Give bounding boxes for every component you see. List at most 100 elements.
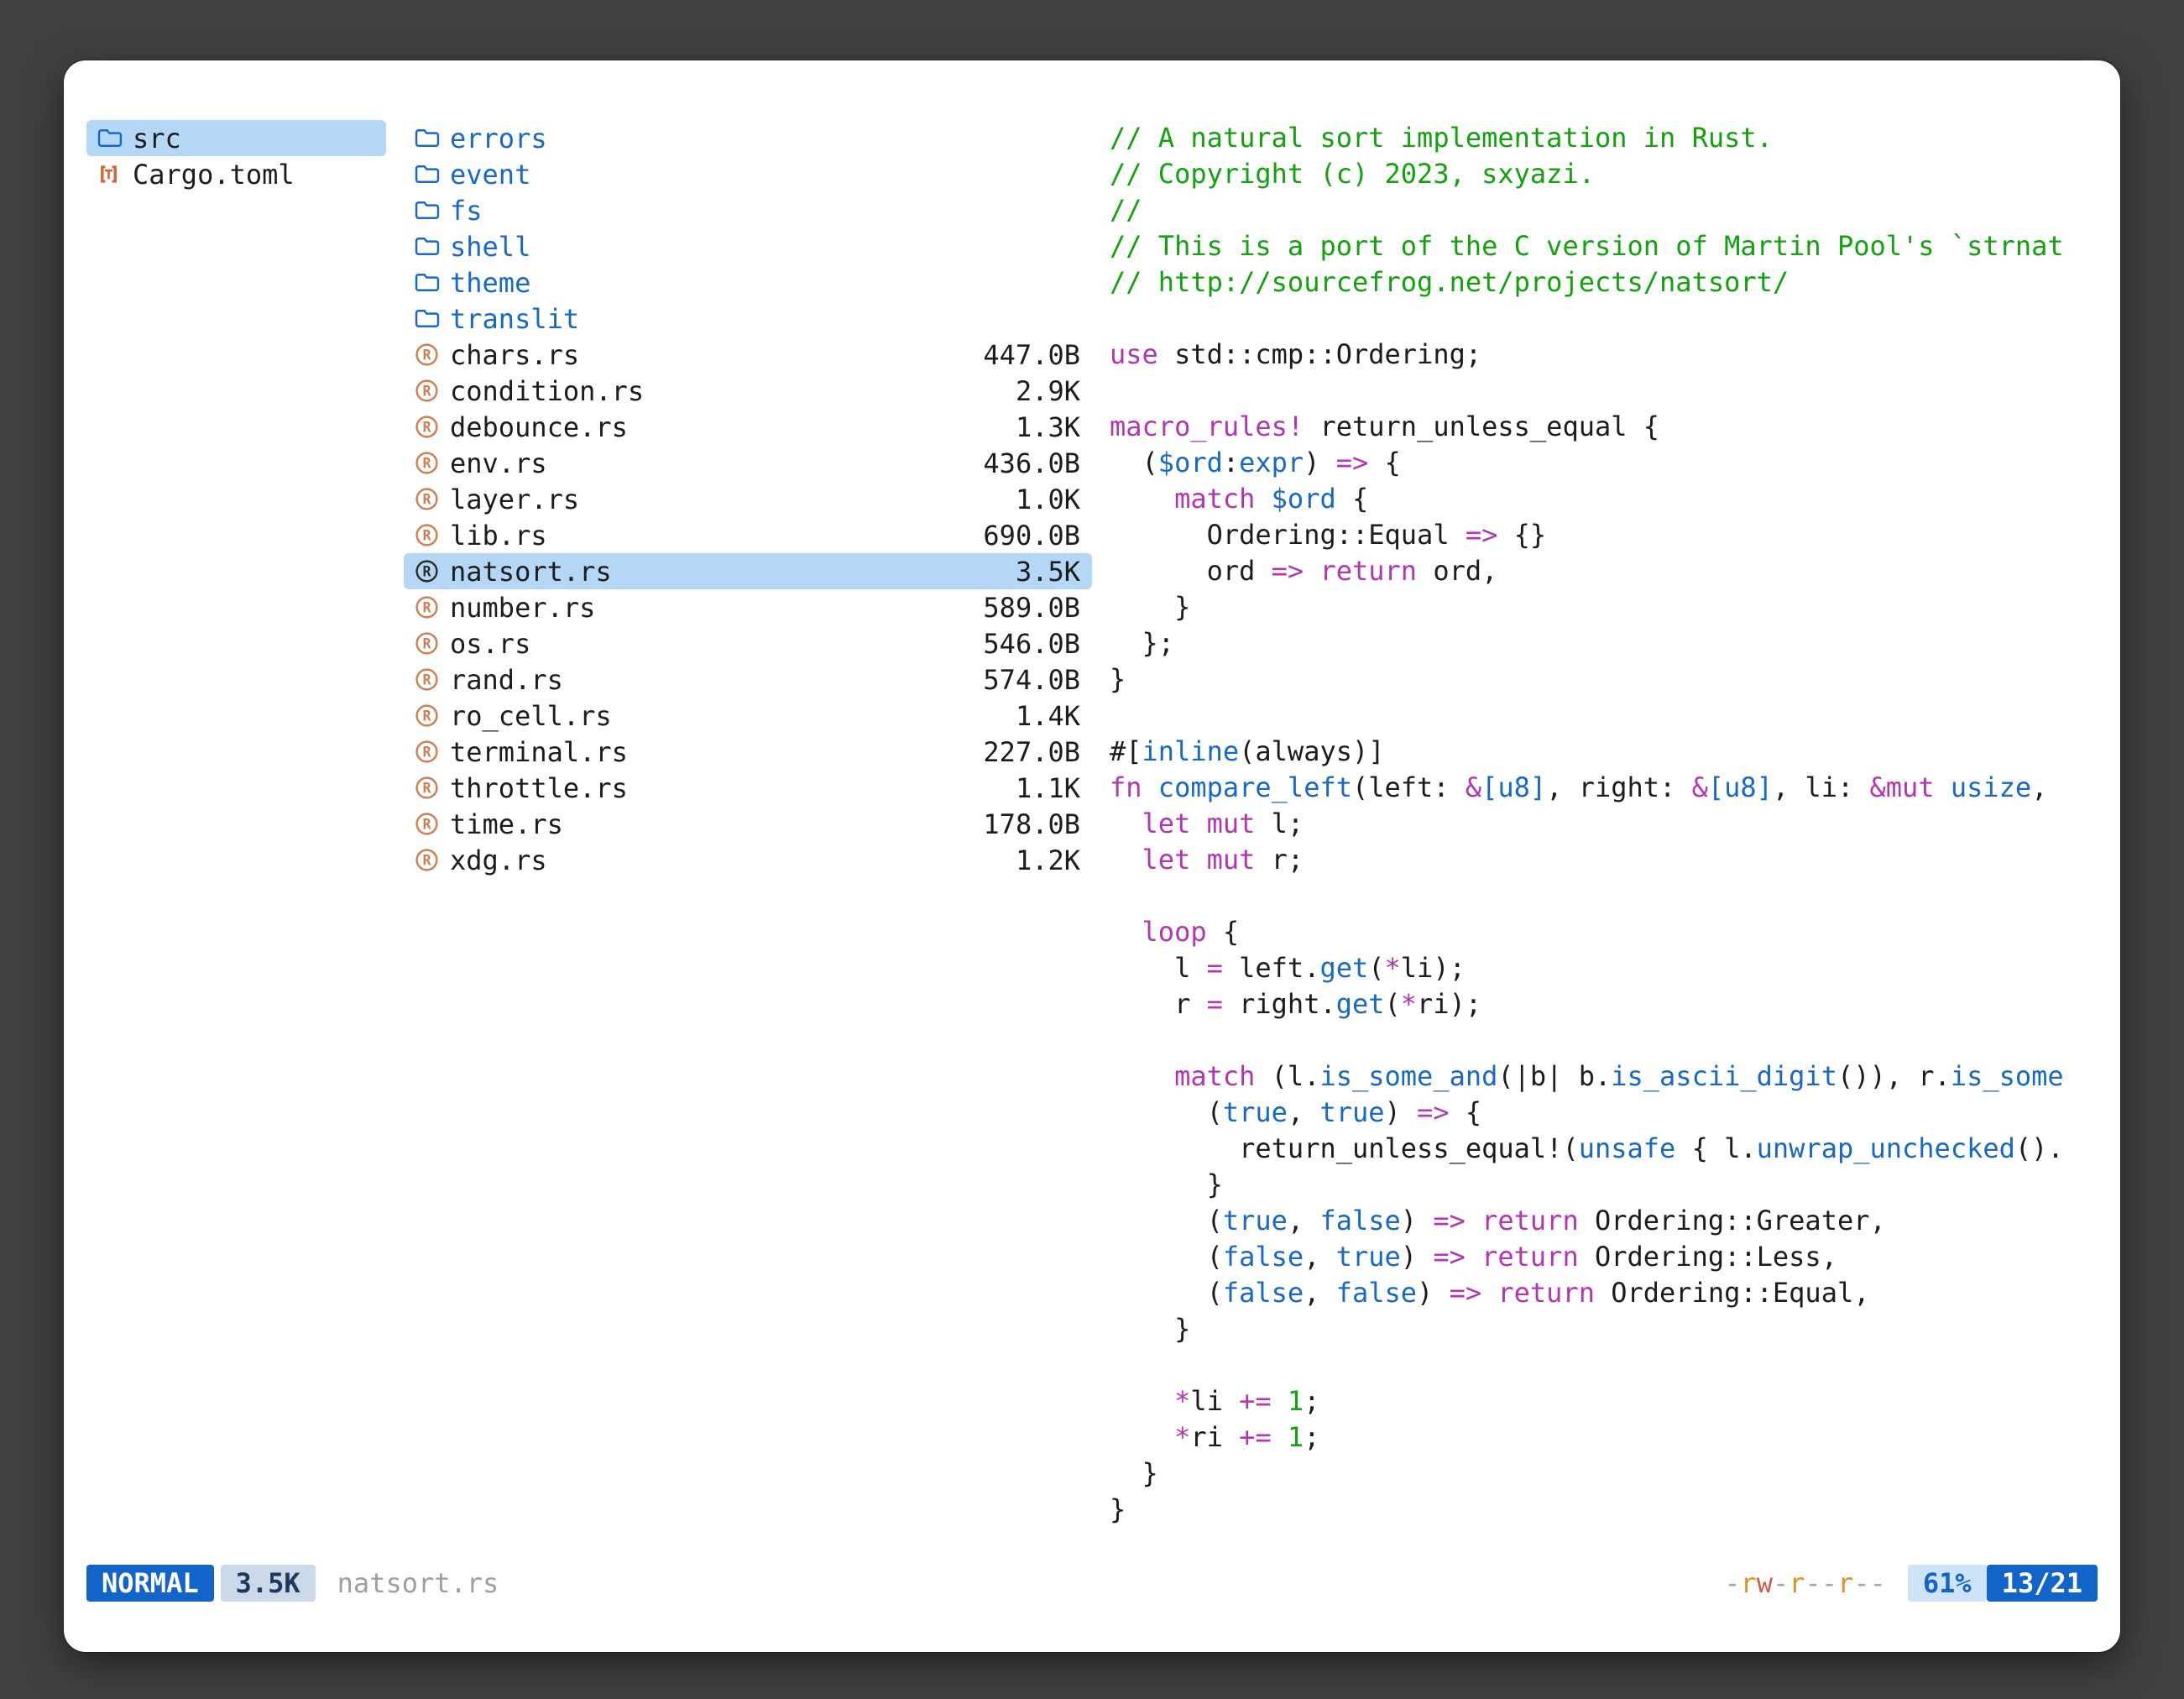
dir-row-errors[interactable]: errors (404, 120, 1092, 156)
status-bar: NORMAL 3.5K natsort.rs -rw-r--r-- 61% 13… (86, 1565, 2098, 1602)
code-line: // A natural sort implementation in Rust… (1110, 120, 2103, 156)
code-line: } (1110, 1167, 2103, 1203)
svg-text:R: R (422, 564, 431, 580)
svg-text:R: R (422, 817, 431, 833)
entry-name: layer.rs (450, 484, 579, 515)
rust-icon: R (415, 523, 445, 547)
entry-name: natsort.rs (450, 556, 612, 588)
svg-text:R: R (422, 636, 431, 652)
dir-row-fs[interactable]: fs (404, 192, 1092, 228)
entry-size: 1.4K (1016, 700, 1080, 732)
code-line: match (l.is_some_and(|b| b.is_ascii_digi… (1110, 1059, 2103, 1095)
entry-size: 574.0B (983, 664, 1080, 696)
entry-size: 1.3K (1016, 411, 1080, 443)
rust-icon: R (415, 740, 445, 764)
entry-name: translit (450, 303, 579, 335)
panes-container: srcCargo.toml errors event fsshelltheme tra… (86, 120, 2103, 1560)
code-line (1110, 373, 2103, 409)
yazi-file-manager-window: srcCargo.toml errors event fsshelltheme tra… (64, 60, 2120, 1652)
svg-text:R: R (422, 456, 431, 472)
file-row-ro_cell.rs[interactable]: Rro_cell.rs1.4K (404, 698, 1092, 734)
file-row-lib.rs[interactable]: Rlib.rs690.0B (404, 517, 1092, 553)
svg-text:R: R (422, 853, 431, 869)
svg-text:R: R (422, 600, 431, 616)
code-line: // http://sourcefrog.net/projects/natsor… (1110, 264, 2103, 301)
svg-text:R: R (422, 672, 431, 688)
rust-icon: R (415, 595, 445, 619)
rust-icon: R (415, 812, 445, 836)
scroll-percent-badge: 61% (1908, 1565, 1987, 1602)
code-line: }; (1110, 625, 2103, 661)
file-row-time.rs[interactable]: Rtime.rs178.0B (404, 806, 1092, 842)
code-line: macro_rules! return_unless_equal { (1110, 409, 2103, 445)
rust-icon: R (415, 559, 445, 583)
file-preview-pane[interactable]: // A natural sort implementation in Rust… (1110, 120, 2103, 1560)
folder-icon (415, 128, 445, 149)
cursor-position-badge: 13/21 (1987, 1565, 2098, 1602)
rust-icon: R (415, 848, 445, 872)
file-row-terminal.rs[interactable]: Rterminal.rs227.0B (404, 734, 1092, 770)
code-line (1110, 1347, 2103, 1383)
file-row-layer.rs[interactable]: Rlayer.rs1.0K (404, 481, 1092, 517)
entry-name: chars.rs (450, 339, 579, 371)
dir-row-shell[interactable]: shell (404, 228, 1092, 264)
parent-directory-pane[interactable]: srcCargo.toml (86, 120, 386, 1560)
code-line: (true, true) => { (1110, 1095, 2103, 1131)
code-line: } (1110, 1311, 2103, 1347)
entry-name: rand.rs (450, 664, 563, 696)
entry-name: errors (450, 123, 547, 154)
rust-icon: R (415, 487, 445, 511)
file-row-chars.rs[interactable]: Rchars.rs 447.0B (404, 337, 1092, 373)
file-row-number.rs[interactable]: Rnumber.rs589.0B (404, 589, 1092, 625)
file-row-env.rs[interactable]: Renv.rs436.0B (404, 445, 1092, 481)
file-row-Cargo.toml[interactable]: Cargo.toml (86, 156, 386, 192)
code-line: use std::cmp::Ordering; (1110, 337, 2103, 373)
entry-size: 447.0B (983, 339, 1080, 371)
file-row-condition.rs[interactable]: Rcondition.rs2.9K (404, 373, 1092, 409)
code-line: loop { (1110, 914, 2103, 950)
code-line: } (1110, 1456, 2103, 1492)
dir-row-theme[interactable]: theme (404, 264, 1092, 301)
code-line: *ri += 1; (1110, 1419, 2103, 1456)
folder-icon (415, 272, 445, 293)
dir-row-src[interactable]: src (86, 120, 386, 156)
code-line: } (1110, 589, 2103, 625)
current-directory-pane[interactable]: errorseventfsshellthemetranslitRchars.rs… (404, 120, 1092, 1560)
code-line (1110, 301, 2103, 337)
code-line: l = left.get(*li); (1110, 950, 2103, 986)
entry-size: 589.0B (983, 592, 1080, 624)
entry-size: 2.9K (1016, 375, 1080, 407)
code-line: let mut r; (1110, 842, 2103, 878)
file-size-badge: 3.5K (221, 1565, 316, 1602)
rust-icon: R (415, 379, 445, 403)
entry-name: fs (450, 195, 483, 227)
entry-size: 1.2K (1016, 844, 1080, 876)
mode-badge: NORMAL (86, 1565, 214, 1602)
file-row-debounce.rs[interactable]: Rdebounce.rs 1.3K (404, 409, 1092, 445)
entry-name: debounce.rs (450, 411, 628, 443)
entry-size: 227.0B (983, 736, 1080, 768)
code-line: // Copyright (c) 2023, sxyazi. (1110, 156, 2103, 192)
file-row-xdg.rs[interactable]: Rxdg.rs1.2K (404, 842, 1092, 878)
dir-row-event[interactable]: event (404, 156, 1092, 192)
entry-size: 546.0B (983, 628, 1080, 660)
code-line (1110, 698, 2103, 734)
svg-text:R: R (422, 384, 431, 400)
folder-icon (415, 308, 445, 329)
entry-name: event (450, 159, 530, 191)
rust-icon: R (415, 415, 445, 439)
entry-size: 1.1K (1016, 772, 1080, 804)
dir-row-translit[interactable]: translit (404, 301, 1092, 337)
code-line: (true, false) => return Ordering::Greate… (1110, 1203, 2103, 1239)
file-permissions: -rw-r--r-- (1724, 1567, 1886, 1599)
code-line: let mut l; (1110, 806, 2103, 842)
svg-text:R: R (422, 492, 431, 508)
file-row-os.rs[interactable]: Ros.rs546.0B (404, 625, 1092, 661)
svg-text:R: R (422, 348, 431, 363)
file-row-natsort.rs[interactable]: Rnatsort.rs3.5K (404, 553, 1092, 589)
file-row-throttle.rs[interactable]: Rthrottle.rs1.1K (404, 770, 1092, 806)
file-row-rand.rs[interactable]: Rrand.rs 574.0B (404, 661, 1092, 698)
code-line: } (1110, 661, 2103, 698)
entry-name: theme (450, 267, 530, 299)
code-line: ord => return ord, (1110, 553, 2103, 589)
